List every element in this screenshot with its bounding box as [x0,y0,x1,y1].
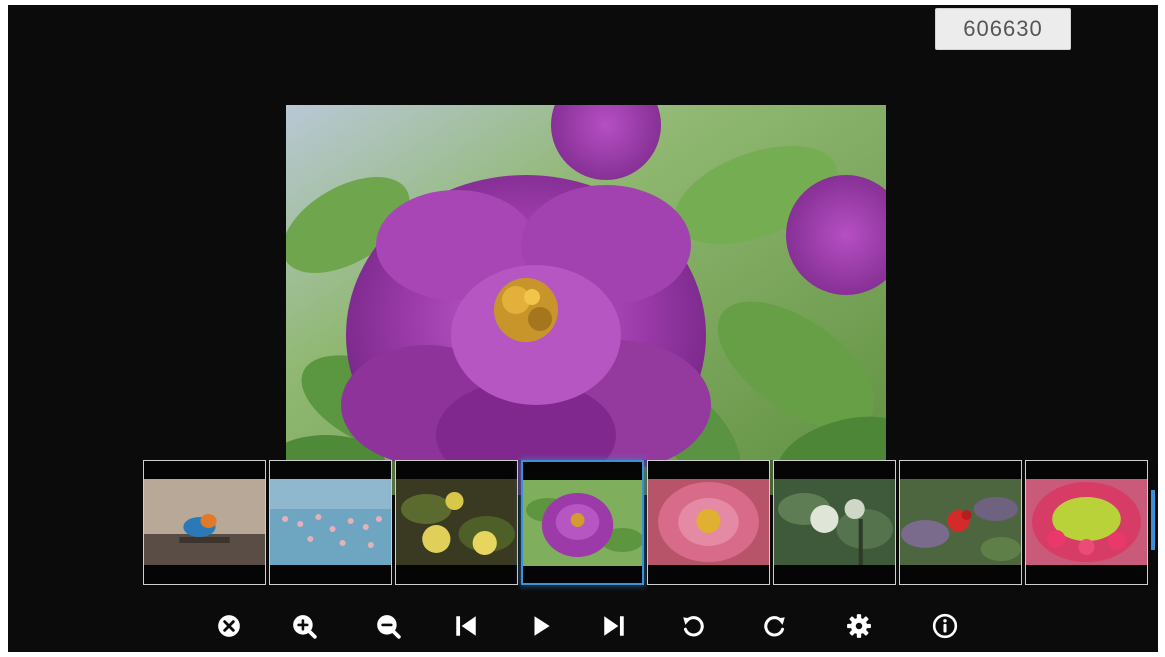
zoom-out-icon [377,615,401,639]
info-icon [932,613,958,639]
strip-scroll-indicator [1151,490,1155,550]
next-button[interactable] [599,611,629,641]
thumbnail-yellow-flowers[interactable] [395,460,518,585]
play-icon [534,616,550,636]
purple-peony-thumbnail-image [523,480,642,566]
flamingos-thumbnail-image [270,479,391,565]
thumbnail-white-hydrangea[interactable] [773,460,896,585]
skip-next-icon [604,616,624,636]
thumbnail-strip [143,460,1158,588]
zoom-in-button[interactable] [289,611,319,641]
rose-bouquet-thumbnail-image [1026,479,1147,565]
thumbnail-kingfisher[interactable] [143,460,266,585]
yellow-flowers-thumbnail-image [396,479,517,565]
pink-peony-thumbnail-image [648,479,769,565]
main-photo[interactable] [286,105,886,495]
white-hydrangea-thumbnail-image [774,479,895,565]
thumbnail-flamingos[interactable] [269,460,392,585]
settings-button[interactable] [844,611,874,641]
thumbnail-red-flower[interactable] [899,460,1022,585]
thumbnail-purple-peony[interactable] [521,460,644,585]
rotate-left-icon [683,616,704,637]
previous-button[interactable] [451,611,481,641]
close-button[interactable] [214,611,244,641]
play-button[interactable] [526,611,556,641]
rotate-right-icon [764,616,785,637]
gear-icon [847,614,871,638]
image-number-badge: 606630 [935,8,1071,50]
red-flower-thumbnail-image [900,479,1021,565]
skip-previous-icon [456,616,476,636]
control-bar [8,603,1158,649]
thumbnail-pink-peony[interactable] [647,460,770,585]
close-icon [218,615,240,637]
zoom-out-button[interactable] [373,611,403,641]
info-button[interactable] [930,611,960,641]
thumbnail-rose-bouquet[interactable] [1025,460,1148,585]
peony-photo [286,105,886,495]
rotate-right-button[interactable] [760,611,790,641]
rotate-left-button[interactable] [678,611,708,641]
kingfisher-thumbnail-image [144,479,265,565]
photo-viewer: 606630 [8,5,1158,652]
zoom-in-icon [293,615,317,639]
